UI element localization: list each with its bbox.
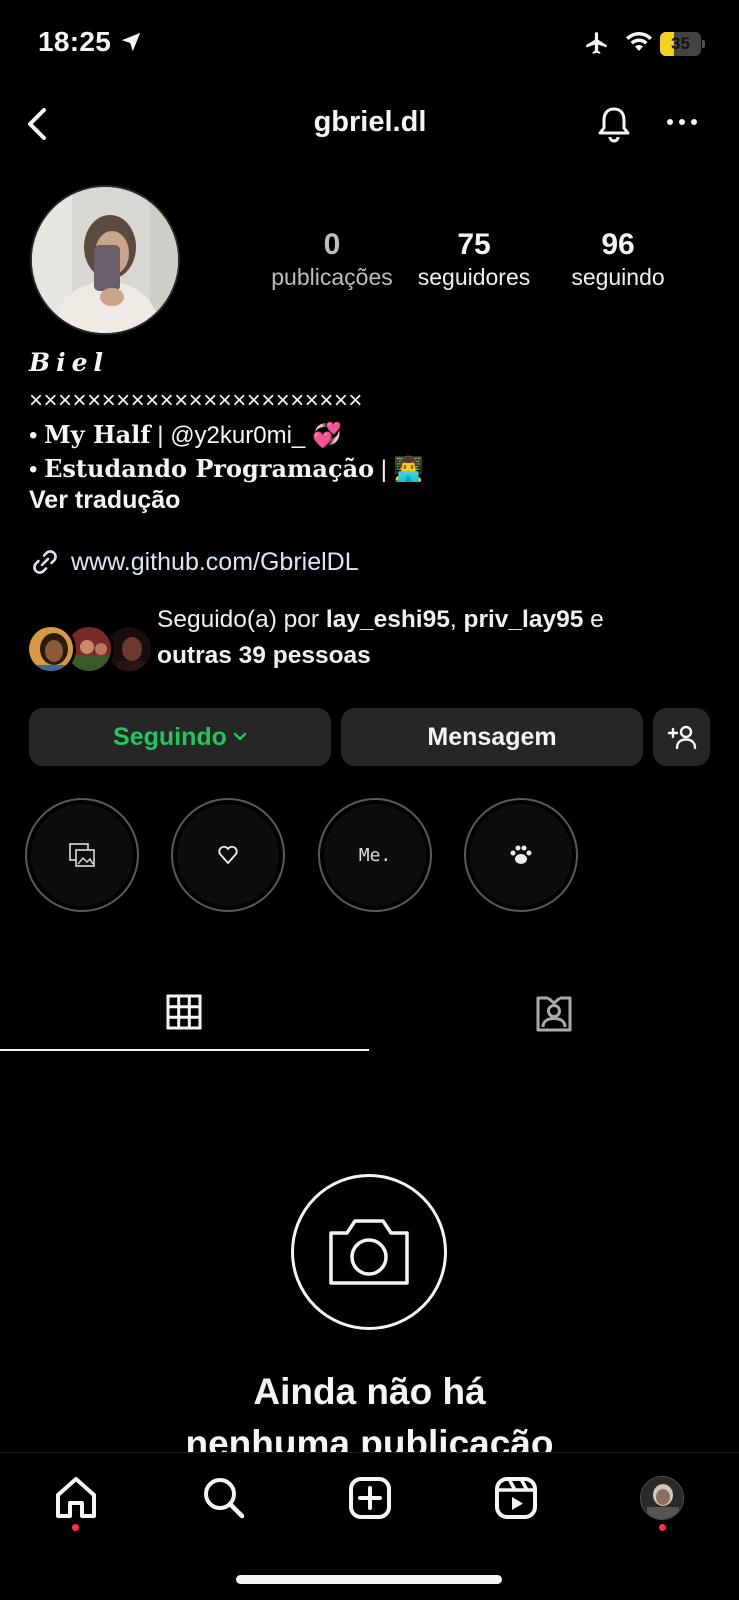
message-button-label: Mensagem bbox=[427, 722, 557, 751]
suggest-people-button[interactable] bbox=[653, 708, 710, 766]
battery-percent: 35 bbox=[671, 34, 690, 53]
profile-notification-dot bbox=[659, 1524, 666, 1531]
status-time: 18:25 bbox=[38, 26, 112, 57]
highlight-me-label: Me. bbox=[358, 844, 392, 866]
add-person-icon bbox=[667, 725, 696, 750]
profile-avatar[interactable] bbox=[30, 185, 180, 335]
bell-icon[interactable] bbox=[596, 104, 632, 144]
profile-display-name: Biel bbox=[29, 348, 110, 377]
bio-my-half-title: My Half bbox=[44, 420, 151, 449]
story-highlight-photos[interactable] bbox=[25, 798, 139, 912]
reels-icon[interactable] bbox=[492, 1474, 540, 1522]
bio-line-my-half: • My Half | @y2kur0mi_ 💞 bbox=[29, 418, 342, 453]
see-translation-link[interactable]: Ver tradução bbox=[29, 486, 180, 515]
hearts-emoji: 💞 bbox=[311, 422, 342, 449]
link-icon bbox=[33, 550, 57, 574]
followed-by-separator: , bbox=[449, 606, 464, 633]
photos-icon bbox=[69, 843, 95, 867]
followers-label: seguidores bbox=[417, 264, 531, 290]
bio-divider: ××××××××××××××××××××××× bbox=[29, 387, 363, 414]
profile-username: gbriel.dl bbox=[313, 106, 427, 138]
bio-line-studying: • Estudando Programação | 👨‍💻 bbox=[29, 452, 424, 487]
battery-indicator: 35 bbox=[660, 32, 706, 56]
chevron-down-icon bbox=[233, 732, 247, 741]
bio-studying-title: Estudando Programação bbox=[44, 454, 375, 483]
bio-link-text: www.github.com/GbrielDL bbox=[71, 547, 359, 576]
message-button[interactable]: Mensagem bbox=[341, 708, 643, 766]
search-icon[interactable] bbox=[200, 1474, 248, 1522]
home-notification-dot bbox=[72, 1524, 79, 1531]
mutual-user-1[interactable]: lay_eshi95 bbox=[326, 606, 450, 633]
mutual-others[interactable]: outras 39 pessoas bbox=[157, 642, 371, 669]
location-arrow-icon bbox=[121, 32, 141, 52]
bio-link[interactable]: www.github.com/GbrielDL bbox=[29, 544, 359, 580]
followed-by-text[interactable]: Seguido(a) por lay_eshi95, priv_lay95 e o… bbox=[157, 602, 717, 674]
chevron-left-icon[interactable] bbox=[22, 104, 52, 144]
following-button-label: Seguindo bbox=[113, 722, 227, 751]
technologist-emoji: 👨‍💻 bbox=[393, 456, 424, 483]
empty-camera-circle bbox=[291, 1174, 447, 1330]
home-indicator bbox=[236, 1575, 502, 1584]
grid-icon[interactable] bbox=[166, 994, 202, 1030]
camera-icon bbox=[329, 1219, 409, 1285]
posts-stat: 0 publicações bbox=[262, 228, 402, 292]
following-button[interactable]: Seguindo bbox=[29, 708, 331, 766]
tagged-person-icon[interactable] bbox=[534, 994, 574, 1034]
bio-separator: | bbox=[374, 456, 394, 483]
airplane-mode-icon bbox=[586, 32, 607, 54]
followers-stat[interactable]: 75 seguidores bbox=[404, 228, 544, 292]
mutual-avatar-1 bbox=[26, 624, 76, 674]
story-highlight-me[interactable]: Me. bbox=[318, 798, 432, 912]
heart-icon bbox=[218, 845, 238, 864]
empty-state-line-1: Ainda não há bbox=[253, 1371, 486, 1412]
following-stat[interactable]: 96 seguindo bbox=[548, 228, 688, 292]
home-icon[interactable] bbox=[52, 1474, 100, 1522]
profile-tab-avatar[interactable] bbox=[640, 1476, 684, 1520]
followed-by-prefix: Seguido(a) por bbox=[157, 606, 326, 633]
posts-label: publicações bbox=[271, 264, 393, 290]
following-count: 96 bbox=[601, 228, 635, 261]
story-highlight-paw[interactable] bbox=[464, 798, 578, 912]
posts-count: 0 bbox=[323, 228, 341, 261]
add-post-icon[interactable] bbox=[346, 1474, 394, 1522]
following-label: seguindo bbox=[571, 264, 665, 290]
mutual-user-2[interactable]: priv_lay95 bbox=[463, 606, 583, 633]
paw-icon bbox=[510, 845, 532, 864]
bio-bullet: • bbox=[29, 422, 45, 449]
wifi-icon bbox=[626, 31, 652, 51]
active-tab-indicator bbox=[0, 1049, 369, 1051]
bio-partner-mention[interactable]: | @y2kur0mi_ bbox=[151, 422, 312, 449]
more-horizontal-icon[interactable] bbox=[666, 116, 698, 128]
bio-bullet: • bbox=[29, 456, 45, 483]
followers-count: 75 bbox=[457, 228, 491, 261]
story-highlight-heart[interactable] bbox=[171, 798, 285, 912]
followed-by-and: e bbox=[583, 606, 604, 633]
